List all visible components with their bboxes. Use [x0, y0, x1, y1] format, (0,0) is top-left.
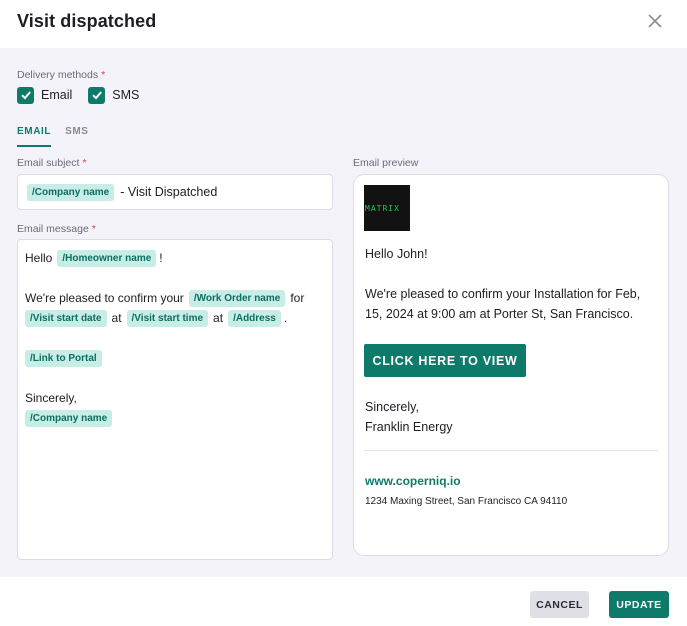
- tab-sms[interactable]: SMS: [65, 126, 88, 147]
- visit-start-date-token[interactable]: /Visit start date: [25, 309, 107, 327]
- preview-address: 1234 Maxing Street, San Francisco CA 941…: [365, 496, 568, 507]
- work-order-name-token[interactable]: /Work Order name: [188, 289, 286, 307]
- for-text: for: [290, 291, 305, 305]
- tab-bar: EMAIL SMS: [17, 126, 103, 150]
- at-text: at: [213, 311, 224, 325]
- delivery-options: Email SMS: [17, 86, 155, 104]
- homeowner-name-token[interactable]: /Homeowner name: [57, 249, 157, 267]
- period-text: .: [283, 311, 288, 325]
- email-message-editor[interactable]: Hello /Homeowner name ! We're pleased to…: [17, 239, 333, 560]
- preview-greeting: Hello John!: [365, 247, 428, 261]
- link-to-portal-token[interactable]: /Link to Portal: [25, 349, 102, 367]
- company-name-token[interactable]: /Company name: [25, 409, 113, 427]
- confirm-text: We're pleased to confirm your: [25, 291, 184, 305]
- company-logo: MATRIX: [364, 185, 410, 231]
- preview-view-button[interactable]: CLICK HERE TO VIEW: [364, 344, 526, 377]
- email-preview-label: Email preview: [353, 157, 419, 169]
- preview-closing: Sincerely,: [365, 400, 419, 414]
- sms-checkbox-label: SMS: [112, 88, 140, 102]
- email-subject-label: Email subject *: [17, 157, 87, 169]
- update-button[interactable]: UPDATE: [609, 591, 669, 618]
- email-subject-input[interactable]: /Company name - Visit Dispatched: [17, 174, 333, 210]
- close-icon[interactable]: [644, 10, 666, 32]
- delivery-methods-label: Delivery methods *: [17, 69, 106, 81]
- at-text: at: [111, 311, 122, 325]
- preview-divider: [364, 450, 658, 451]
- closing-text: Sincerely,: [25, 391, 77, 405]
- email-checkbox-label: Email: [41, 88, 73, 102]
- subject-text: - Visit Dispatched: [120, 185, 218, 199]
- cancel-button[interactable]: CANCEL: [530, 591, 589, 618]
- tab-email[interactable]: EMAIL: [17, 126, 52, 147]
- dialog-footer: CANCEL UPDATE: [0, 577, 687, 626]
- preview-company: Franklin Energy: [365, 420, 453, 434]
- logo-text: MATRIX: [365, 204, 400, 213]
- greeting-end: !: [159, 251, 163, 265]
- email-preview: MATRIX Hello John! We're pleased to conf…: [353, 174, 669, 556]
- greeting-text: Hello: [25, 251, 53, 265]
- preview-website-link[interactable]: www.coperniq.io: [365, 474, 461, 488]
- company-name-token[interactable]: /Company name: [27, 183, 115, 201]
- email-checkbox[interactable]: [17, 86, 34, 104]
- sms-checkbox[interactable]: [88, 86, 106, 104]
- email-message-label: Email message *: [17, 223, 96, 235]
- address-token[interactable]: /Address: [228, 309, 281, 327]
- dialog-title: Visit dispatched: [17, 11, 157, 31]
- visit-start-time-token[interactable]: /Visit start time: [126, 309, 209, 327]
- dialog-header: Visit dispatched: [0, 0, 687, 48]
- preview-body: We're pleased to confirm your Installati…: [365, 287, 641, 321]
